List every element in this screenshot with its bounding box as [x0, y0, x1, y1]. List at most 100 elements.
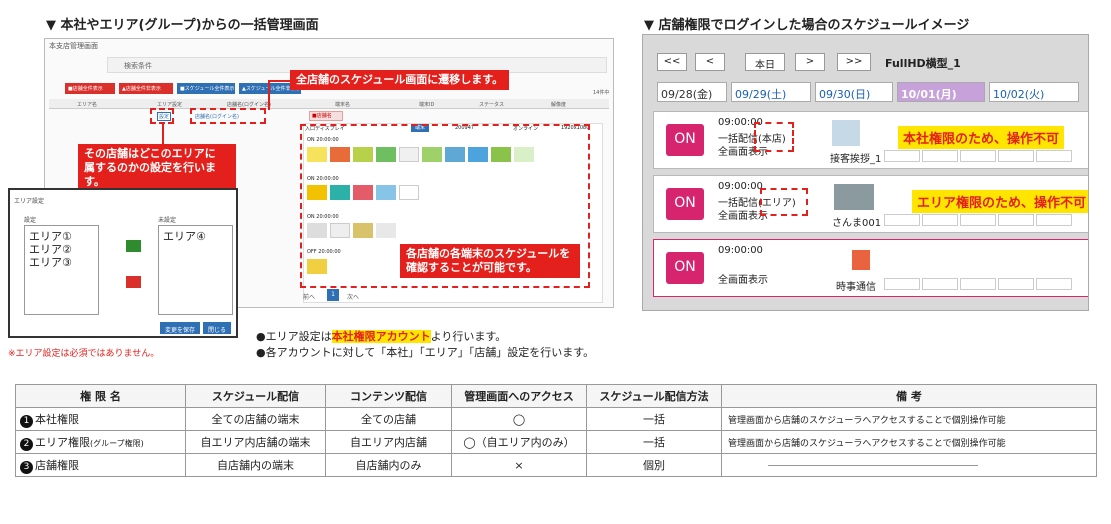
permission-name: 店舗権限 — [35, 458, 79, 472]
optional-note: ※エリア設定は必須ではありません。 — [8, 349, 160, 359]
col-store: 店舗名(ログイン名) — [227, 102, 271, 108]
dashed-highlight — [754, 122, 794, 152]
connector-line — [162, 124, 164, 146]
show-all-schedules-button[interactable]: ■スケジュール全件表示 — [177, 83, 235, 94]
thumb-label: さんま001 — [832, 218, 882, 229]
th-access: 管理画面へのアクセス — [451, 384, 587, 408]
cell-content: 自店舗内のみ — [325, 453, 452, 477]
date-tab-selected[interactable]: 10/01(月) — [897, 82, 985, 102]
cell-schedule: 自エリア内店舗の端末 — [185, 430, 326, 454]
close-button[interactable]: 閉じる — [203, 322, 231, 334]
store-tag: ■店舗名 — [309, 111, 343, 121]
area-setting-dialog: エリア設定 設定 未設定 エリア① エリア② エリア③ エリア④ 変更を保存 閉… — [8, 188, 238, 338]
cell-method: 一括 — [586, 430, 722, 454]
list-item[interactable]: エリア④ — [163, 230, 228, 243]
show-all-stores-button[interactable]: ■店舗全件表示 — [65, 83, 115, 94]
note-text: より行います。 — [430, 330, 507, 343]
note-text: ●エリア設定は — [256, 330, 332, 343]
schedule-row[interactable]: ON 09:00:00 一括配信(本店) 全画面表示 接客挨拶_1 本社権限のた… — [653, 111, 1088, 169]
content-thumbnail — [832, 120, 860, 146]
pager-page[interactable]: 1 — [327, 289, 339, 301]
row-number: 3 — [20, 460, 33, 474]
table-row: 1 本社権限 全ての店舗の端末 全ての店舗 ◯ 一括 管理画面から店舗のスケジュー… — [15, 407, 1097, 431]
cell-schedule: 自店舗内の端末 — [185, 453, 326, 477]
schedule-title: FullHD横型_1 — [885, 57, 961, 70]
cell-note-empty — [721, 453, 1097, 477]
left-heading: ▼ 本社やエリア(グループ)からの一括管理画面 — [46, 18, 319, 33]
unset-listbox[interactable]: エリア④ — [158, 225, 233, 315]
cell-note: 管理画面から店舗のスケジューラへアクセスすることで個別操作可能 — [721, 407, 1097, 431]
date-tab[interactable]: 09/28(金) — [657, 82, 727, 102]
connector-line — [268, 80, 292, 82]
date-tab[interactable]: 10/02(火) — [989, 82, 1079, 102]
set-listbox[interactable]: エリア① エリア② エリア③ — [24, 225, 99, 315]
row-number: 2 — [20, 437, 33, 451]
permission-table: 権 限 名 スケジュール配信 コンテンツ配信 管理画面へのアクセス スケジュール… — [15, 384, 1097, 477]
note-highlight: 本社権限アカウント — [331, 330, 431, 343]
dashed-highlight — [760, 188, 808, 216]
th-name: 権 限 名 — [15, 384, 186, 408]
today-button[interactable]: 本日 — [745, 53, 785, 71]
thumb-label: 時事通信 — [836, 282, 876, 293]
schedule-row[interactable]: ON 09:00:00 一括配信(エリア) 全画面表示 さんま001 エリア権限… — [653, 175, 1088, 233]
column-header: エリア名 エリア設定 店舗名(ログイン名) 端末名 端末ID ステータス 解像度 — [49, 99, 609, 109]
col-terminal: 端末名 — [335, 102, 351, 108]
th-method: スケジュール配信方法 — [586, 384, 722, 408]
th-content: コンテンツ配信 — [325, 384, 452, 408]
pager-next[interactable]: 次へ — [347, 292, 359, 301]
nav-first-button[interactable]: << — [657, 53, 687, 71]
callout-check-schedule: 各店舗の各端末のスケジュールを 確認することが可能です。 — [400, 244, 580, 278]
on-button[interactable]: ON — [666, 124, 704, 156]
row-display: 全画面表示 — [718, 275, 768, 286]
move-right-button[interactable] — [126, 240, 141, 252]
row-time: 09:00:00 — [718, 181, 763, 192]
col-area-setting: エリア設定 — [157, 102, 183, 108]
date-tab[interactable]: 09/30(日) — [815, 82, 893, 102]
row-time: 09:00:00 — [718, 245, 763, 256]
cell-access: × — [451, 453, 587, 477]
table-row: 3 店舗権限 自店舗内の端末 自店舗内のみ × 個別 — [15, 453, 1097, 477]
dialog-title: エリア設定 — [14, 198, 45, 205]
cell-access: ◯（自エリア内のみ） — [451, 430, 587, 454]
list-item[interactable]: エリア① — [29, 230, 94, 243]
nav-next-button[interactable]: > — [795, 53, 825, 71]
schedule-panel: << < 本日 > >> FullHD横型_1 09/28(金) 09/29(土… — [642, 34, 1089, 311]
permission-sub: (グループ権限) — [90, 438, 144, 448]
set-label: 設定 — [24, 217, 37, 224]
note-line-2: ●各アカウントに対して「本社」「エリア」「店舗」設定を行います。 — [256, 346, 595, 359]
right-heading: ▼ 店舗権限でログインした場合のスケジュールイメージ — [644, 18, 970, 33]
date-tab[interactable]: 09/29(土) — [731, 82, 811, 102]
connector-line — [268, 80, 270, 110]
cell-note: 管理画面から店舗のスケジューラへアクセスすることで個別操作可能 — [721, 430, 1097, 454]
nav-last-button[interactable]: >> — [837, 53, 871, 71]
callout-transition: 全店舗のスケジュール画面に遷移します。 — [290, 70, 510, 90]
list-item[interactable]: エリア② — [29, 243, 94, 256]
note-line-1: ●エリア設定は本社権限アカウントより行います。 — [256, 328, 506, 344]
cell-schedule: 全ての店舗の端末 — [185, 407, 326, 431]
content-thumbnail — [834, 184, 874, 210]
col-area: エリア名 — [77, 102, 98, 108]
pager-prev[interactable]: 前へ — [303, 292, 315, 301]
nav-prev-button[interactable]: < — [695, 53, 725, 71]
content-thumbnail — [852, 250, 870, 270]
cell-access: ◯ — [451, 407, 587, 431]
on-button[interactable]: ON — [666, 252, 704, 284]
schedule-row[interactable]: ON 09:00:00 全画面表示 時事通信 — [653, 239, 1088, 297]
notice-label: 本社権限のため、操作不可 — [898, 126, 1065, 149]
th-note: 備 考 — [721, 384, 1097, 408]
table-row: 2 エリア権限(グループ権限) 自エリア内店舗の端末 自エリア内店舗 ◯（自エリア… — [15, 430, 1097, 454]
permission-name: 本社権限 — [35, 412, 79, 426]
cell-method: 個別 — [586, 453, 722, 477]
move-left-button[interactable] — [126, 276, 141, 288]
result-count: 14件中 — [593, 90, 610, 96]
admin-title: 本支店管理画面 — [49, 42, 98, 50]
hide-all-stores-button[interactable]: ▲店舗全件非表示 — [119, 83, 173, 94]
save-button[interactable]: 変更を保存 — [160, 322, 200, 334]
list-item[interactable]: エリア③ — [29, 256, 94, 269]
callout-area-setting: その店舗はどこのエリアに 属するのかの設定を行います。 — [78, 144, 236, 192]
unset-label: 未設定 — [158, 217, 177, 224]
cell-content: 全ての店舗 — [325, 407, 452, 431]
on-button[interactable]: ON — [666, 188, 704, 220]
area-setting-highlight — [150, 108, 174, 124]
col-resolution: 解像度 — [551, 102, 567, 108]
